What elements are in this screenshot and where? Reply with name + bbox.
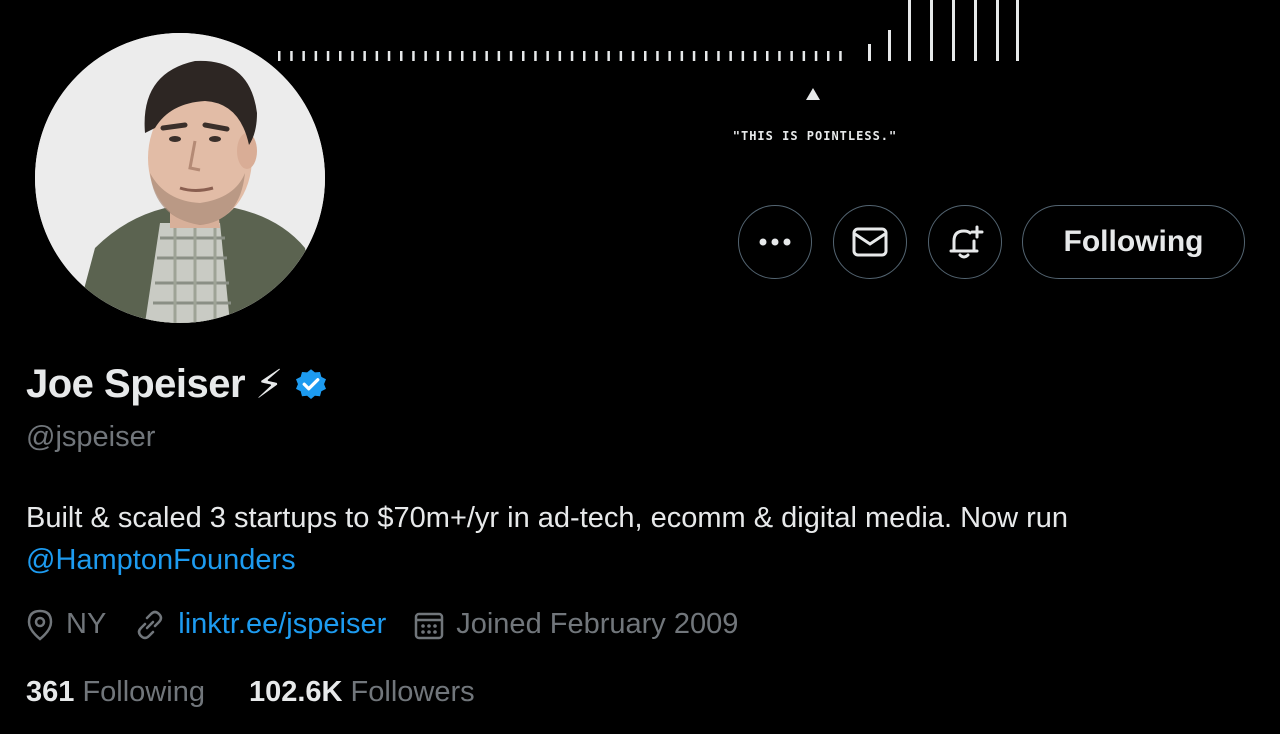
- bio: Built & scaled 3 startups to $70m+/yr in…: [26, 497, 1266, 581]
- location-text: NY: [66, 608, 107, 640]
- website-link[interactable]: linktr.ee/jspeiser: [178, 608, 386, 641]
- follow-stats: 361 Following 102.6K Followers: [26, 676, 519, 709]
- joined-date: Joined February 2009: [414, 608, 738, 641]
- followers-count: 102.6K: [248, 676, 343, 708]
- more-button[interactable]: [738, 205, 812, 279]
- handle: @jspeiser: [26, 421, 156, 453]
- bio-text: Built & scaled 3 startups to $70m+/yr in…: [26, 502, 1069, 534]
- followers-label: Followers: [350, 676, 475, 708]
- website[interactable]: linktr.ee/jspeiser: [134, 608, 386, 641]
- following-label: Following: [82, 676, 205, 708]
- following-button[interactable]: Following: [1022, 205, 1245, 279]
- avatar-image: [35, 33, 325, 323]
- link-icon: [138, 610, 163, 639]
- location: NY: [26, 608, 106, 641]
- lightning-emoji: ⚡: [255, 362, 284, 407]
- profile-meta: NY linktr.ee/jspeiser Joined February 20…: [26, 608, 766, 641]
- bio-mention-link[interactable]: @HamptonFounders: [26, 544, 296, 576]
- banner-caption: "THIS IS POINTLESS.": [732, 129, 898, 143]
- name-row: Joe Speiser ⚡: [26, 362, 329, 407]
- location-pin-icon: [27, 609, 53, 641]
- notifications-button[interactable]: [928, 205, 1002, 279]
- mail-icon: [852, 227, 888, 257]
- joined-text: Joined February 2009: [456, 608, 739, 640]
- more-icon: [759, 238, 791, 246]
- bell-plus-icon: [949, 225, 984, 259]
- display-name: Joe Speiser: [26, 362, 246, 406]
- following-count: 361: [26, 676, 75, 708]
- message-button[interactable]: [833, 205, 907, 279]
- avatar[interactable]: [32, 30, 328, 326]
- calendar-icon: [414, 612, 444, 639]
- verified-badge-icon[interactable]: [293, 367, 329, 403]
- followers-stat[interactable]: 102.6K Followers: [249, 676, 475, 709]
- following-stat[interactable]: 361 Following: [26, 676, 205, 709]
